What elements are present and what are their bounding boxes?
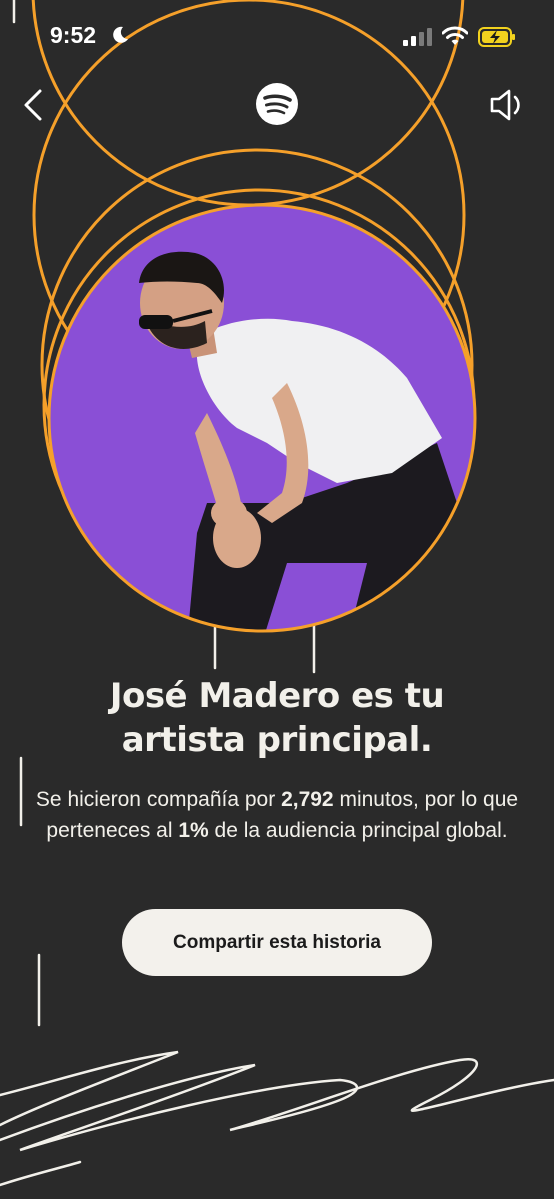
share-story-button[interactable]: Compartir esta historia xyxy=(122,909,432,976)
battery-charging-icon xyxy=(478,27,515,47)
story-subtext: Se hicieron compañía por 2,792 minutos, … xyxy=(28,784,526,846)
spotify-logo xyxy=(256,83,298,125)
artist-photo xyxy=(47,203,477,633)
wifi-icon xyxy=(442,26,468,45)
scribble-line xyxy=(0,1050,554,1187)
moon-icon xyxy=(113,26,128,43)
percent-value: 1% xyxy=(178,819,209,842)
story-headline: José Madero es tu artista principal. xyxy=(20,674,534,762)
chevron-left-icon[interactable] xyxy=(18,88,48,122)
subtext-post: de la audiencia principal global. xyxy=(208,819,508,842)
headline-line-2: artista principal. xyxy=(121,720,433,760)
status-bar: 9:52 xyxy=(0,0,554,70)
subtext-pre: Se hicieron compañía por xyxy=(35,788,282,811)
minutes-value: 2,792 xyxy=(281,788,334,811)
headline-line-1: José Madero es tu xyxy=(109,676,445,716)
speaker-icon[interactable] xyxy=(488,86,528,124)
status-time: 9:52 xyxy=(50,22,97,48)
cellular-signal-icon xyxy=(403,28,432,46)
